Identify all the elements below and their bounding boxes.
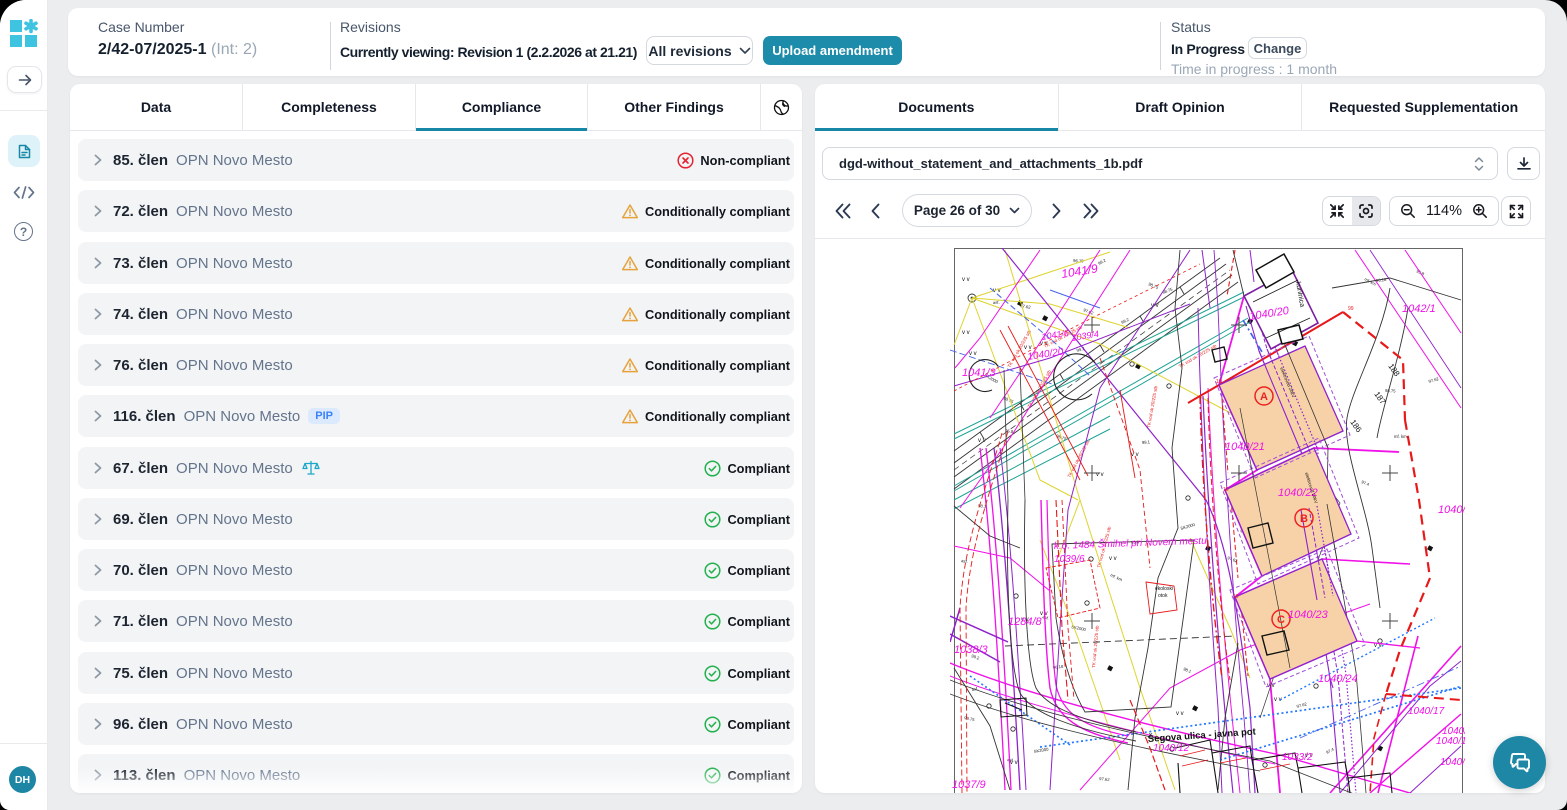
svg-text:99: 99 [1348,306,1354,312]
svg-text:1041/3: 1041/3 [962,367,997,379]
svg-text:98.1: 98.1 [1142,439,1151,445]
svg-text:v v: v v [1176,711,1184,717]
svg-text:B: B [1300,513,1308,525]
svg-text:1040/24: 1040/24 [1318,673,1358,685]
svg-text:v v: v v [962,277,970,283]
svg-text:1284/8: 1284/8 [1008,616,1043,628]
svg-text:C: C [1277,614,1285,626]
svg-text:v v: v v [1109,556,1117,562]
svg-text:1042/1: 1042/1 [1402,303,1436,315]
svg-text:1039/6: 1039/6 [1054,554,1085,565]
svg-text:v v: v v [969,351,977,357]
svg-text:1033/2: 1033/2 [1282,752,1313,763]
svg-text:v v: v v [1131,452,1139,458]
svg-text:1040/12: 1040/12 [1153,743,1190,754]
svg-text:A: A [1260,391,1268,403]
svg-text:1040/15: 1040/15 [1440,757,1465,768]
svg-text:v v: v v [1010,760,1018,766]
svg-text:1040/14: 1040/14 [1436,736,1465,747]
svg-text:10: 10 [1223,487,1229,493]
svg-text:mf. km: mf. km [1394,434,1407,439]
svg-text:1037/9: 1037/9 [952,779,986,791]
svg-text:98.75: 98.75 [1385,388,1396,394]
svg-text:asf.: asf. [961,558,968,564]
svg-text:10: 10 [1233,594,1239,600]
svg-text:1040/21: 1040/21 [1225,441,1265,453]
svg-text:1040/26: 1040/26 [1438,504,1465,516]
svg-text:v v: v v [962,330,970,336]
svg-text:ekoloski: ekoloski [1155,586,1173,592]
svg-text:10: 10 [1216,379,1222,385]
svg-text:1040/17: 1040/17 [1408,706,1445,717]
svg-text:1038/3: 1038/3 [954,644,989,656]
svg-text:otok: otok [1158,593,1168,599]
svg-text:1040/23: 1040/23 [1288,609,1329,621]
